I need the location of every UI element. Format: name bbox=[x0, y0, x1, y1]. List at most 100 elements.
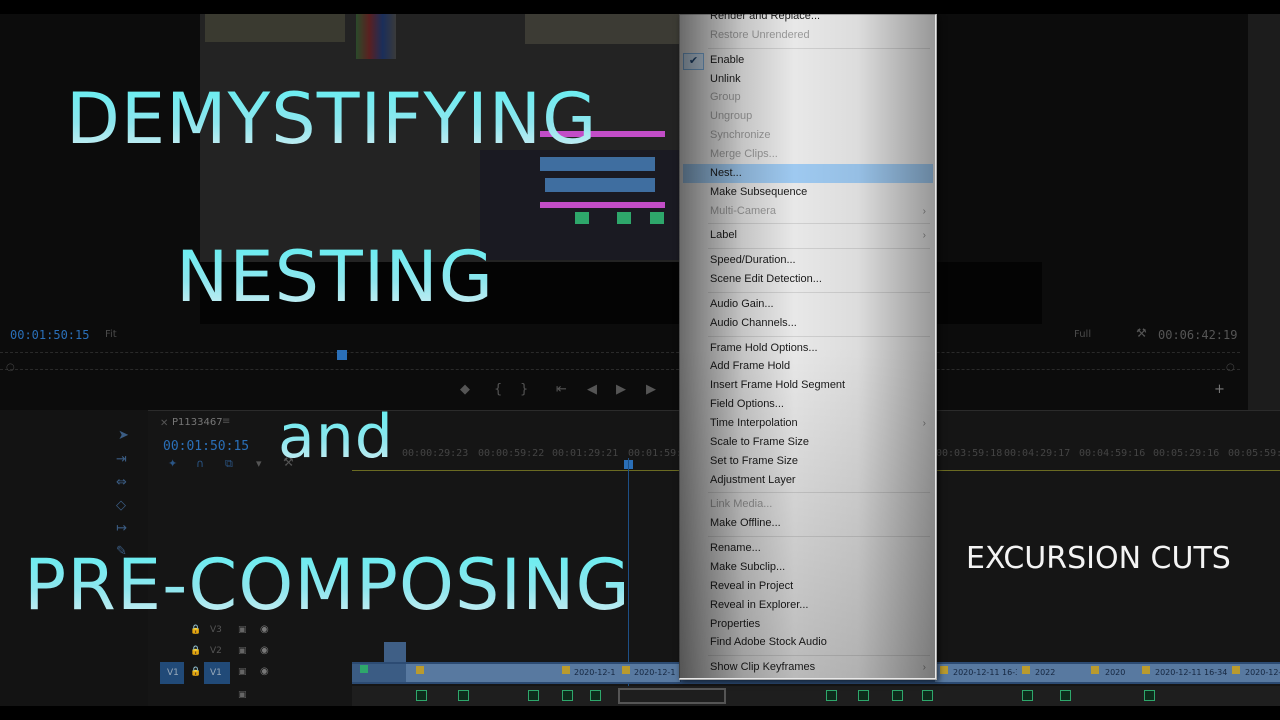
source-timecode[interactable]: 00:01:50:15 bbox=[10, 328, 89, 342]
menu-item-label: Synchronize bbox=[710, 129, 771, 142]
insert-sequence-icon[interactable]: ✦ bbox=[168, 457, 177, 470]
snap-icon[interactable]: ∩ bbox=[196, 457, 204, 470]
track-name-v2: V2 bbox=[210, 646, 222, 656]
sequence-tab[interactable]: P1133467 bbox=[172, 417, 223, 428]
mark-out-icon[interactable]: } bbox=[520, 382, 528, 397]
menu-item-find-adobe-stock-audio[interactable]: Find Adobe Stock Audio bbox=[680, 633, 936, 652]
menu-item-insert-frame-hold-segment[interactable]: Insert Frame Hold Segment bbox=[680, 376, 936, 395]
lock-icon[interactable]: 🔒 bbox=[190, 625, 201, 635]
add-marker-icon[interactable]: ▾ bbox=[256, 457, 262, 470]
menu-item-properties[interactable]: Properties bbox=[680, 615, 936, 634]
menu-item-field-options[interactable]: Field Options... bbox=[680, 395, 936, 414]
menu-item-frame-hold-options[interactable]: Frame Hold Options... bbox=[680, 339, 936, 358]
menu-item-scene-edit-detection[interactable]: Scene Edit Detection... bbox=[680, 270, 936, 289]
ruler-label: 00:05:59:15 bbox=[1228, 448, 1280, 459]
menu-item-add-frame-hold[interactable]: Add Frame Hold bbox=[680, 357, 936, 376]
menu-item-reveal-in-explorer[interactable]: Reveal in Explorer... bbox=[680, 596, 936, 615]
menu-item-label: Make Subsequence bbox=[710, 185, 808, 198]
audio-clip[interactable] bbox=[1060, 690, 1071, 701]
audio-clip[interactable] bbox=[528, 690, 539, 701]
mark-in-icon[interactable]: { bbox=[494, 382, 502, 397]
menu-item-rename[interactable]: Rename... bbox=[680, 539, 936, 558]
menu-item-make-offline[interactable]: Make Offline... bbox=[680, 514, 936, 533]
audio-clip[interactable] bbox=[922, 690, 933, 701]
circle-icon: ○ bbox=[6, 362, 15, 373]
ripple-edit-tool-icon[interactable]: ⇔ bbox=[116, 475, 127, 490]
marker-icon[interactable]: ◆ bbox=[460, 382, 470, 397]
play-icon[interactable]: ▶ bbox=[616, 382, 626, 397]
inset-scopes-preview bbox=[356, 14, 396, 59]
audio-sync-icon[interactable]: ▣ bbox=[238, 690, 247, 700]
audio-clip[interactable] bbox=[1022, 690, 1033, 701]
menu-item-adjustment-layer[interactable]: Adjustment Layer bbox=[680, 471, 936, 490]
program-zoom-dropdown[interactable]: Full bbox=[1074, 329, 1091, 340]
monitor-ruler[interactable] bbox=[0, 352, 1240, 370]
selection-box bbox=[618, 688, 726, 704]
menu-item-set-to-frame-size[interactable]: Set to Frame Size bbox=[680, 452, 936, 471]
menu-item-audio-gain[interactable]: Audio Gain... bbox=[680, 295, 936, 314]
submenu-arrow-icon: › bbox=[922, 662, 926, 674]
audio-clip[interactable] bbox=[416, 690, 427, 701]
audio-clip[interactable] bbox=[590, 690, 601, 701]
clip-label: 2020-12-11 16-34-1 bbox=[1155, 668, 1227, 677]
wrench-icon[interactable]: ⚒ bbox=[1136, 326, 1147, 340]
go-to-in-icon[interactable]: ⇤ bbox=[556, 382, 567, 397]
playhead-marker[interactable] bbox=[337, 350, 347, 360]
sync-lock-icon[interactable]: ▣ bbox=[238, 646, 247, 656]
menu-item-multi-camera: Multi-Camera › bbox=[680, 202, 936, 221]
submenu-arrow-icon: › bbox=[922, 230, 926, 242]
menu-item-label: Make Subclip... bbox=[710, 560, 786, 573]
fx-badge bbox=[562, 666, 570, 674]
menu-separator bbox=[708, 655, 930, 657]
inset-clip-green bbox=[575, 212, 589, 224]
audio-clip[interactable] bbox=[1144, 690, 1155, 701]
clip[interactable]: 2020-12-11 16-34-1 bbox=[1137, 664, 1228, 682]
slip-tool-icon[interactable]: ↦ bbox=[116, 521, 127, 536]
menu-item-label: Reveal in Explorer... bbox=[710, 598, 809, 611]
audio-clip[interactable] bbox=[562, 690, 573, 701]
lock-icon[interactable]: 🔒 bbox=[190, 667, 201, 677]
audio-clip[interactable] bbox=[858, 690, 869, 701]
audio-clip[interactable] bbox=[892, 690, 903, 701]
selection-tool-icon[interactable]: ➤ bbox=[118, 428, 129, 443]
overlay-title-line1: DEMYSTIFYING bbox=[66, 78, 598, 160]
menu-item-unlink[interactable]: Unlink bbox=[680, 70, 936, 89]
audio-clip[interactable] bbox=[826, 690, 837, 701]
menu-item-label: Rename... bbox=[710, 542, 761, 555]
close-tab-icon[interactable]: ✕ bbox=[160, 418, 168, 429]
add-button-icon[interactable]: + bbox=[1214, 382, 1225, 397]
brand-label: EXCURSION CUTS bbox=[966, 541, 1231, 576]
step-forward-icon[interactable]: ▶ bbox=[646, 382, 656, 397]
menu-separator bbox=[708, 248, 930, 250]
lock-icon[interactable]: 🔒 bbox=[190, 646, 201, 656]
razor-tool-icon[interactable]: ◇ bbox=[116, 498, 126, 513]
clip[interactable] bbox=[406, 664, 557, 682]
menu-item-audio-channels[interactable]: Audio Channels... bbox=[680, 314, 936, 333]
menu-item-make-subclip[interactable]: Make Subclip... bbox=[680, 558, 936, 577]
overlay-title-line4: PRE-COMPOSING bbox=[24, 544, 631, 626]
timeline-timecode[interactable]: 00:01:50:15 bbox=[163, 439, 249, 454]
sync-lock-icon[interactable]: ▣ bbox=[238, 625, 247, 635]
menu-item-nest[interactable]: Nest... bbox=[683, 163, 933, 183]
menu-item-reveal-in-project[interactable]: Reveal in Project bbox=[680, 577, 936, 596]
menu-item-make-subsequence[interactable]: Make Subsequence bbox=[680, 183, 936, 202]
v2-clip[interactable] bbox=[384, 642, 406, 662]
tab-menu-icon[interactable]: ≡ bbox=[222, 416, 230, 427]
audio-clip[interactable] bbox=[458, 690, 469, 701]
menu-item-scale-to-frame-size[interactable]: Scale to Frame Size bbox=[680, 433, 936, 452]
eye-icon[interactable]: ◉ bbox=[260, 645, 269, 656]
track-select-tool-icon[interactable]: ⇥ bbox=[116, 452, 127, 467]
menu-item-time-interpolation[interactable]: Time Interpolation › bbox=[680, 414, 936, 433]
menu-item-show-clip-keyframes[interactable]: Show Clip Keyframes › bbox=[680, 658, 936, 677]
menu-item-enable[interactable]: ✔ Enable bbox=[680, 51, 936, 70]
menu-item-label[interactable]: Label › bbox=[680, 226, 936, 245]
step-back-icon[interactable]: ◀ bbox=[587, 382, 597, 397]
sync-lock-icon[interactable]: ▣ bbox=[238, 667, 247, 677]
linked-selection-icon[interactable]: ⧉ bbox=[225, 457, 233, 471]
menu-item-label: Field Options... bbox=[710, 398, 784, 411]
menu-item-label: Frame Hold Options... bbox=[710, 341, 818, 354]
source-fit-dropdown[interactable]: Fit bbox=[105, 329, 117, 340]
menu-item-speed-duration[interactable]: Speed/Duration... bbox=[680, 251, 936, 270]
eye-icon[interactable]: ◉ bbox=[260, 666, 269, 677]
menu-separator bbox=[708, 492, 930, 494]
